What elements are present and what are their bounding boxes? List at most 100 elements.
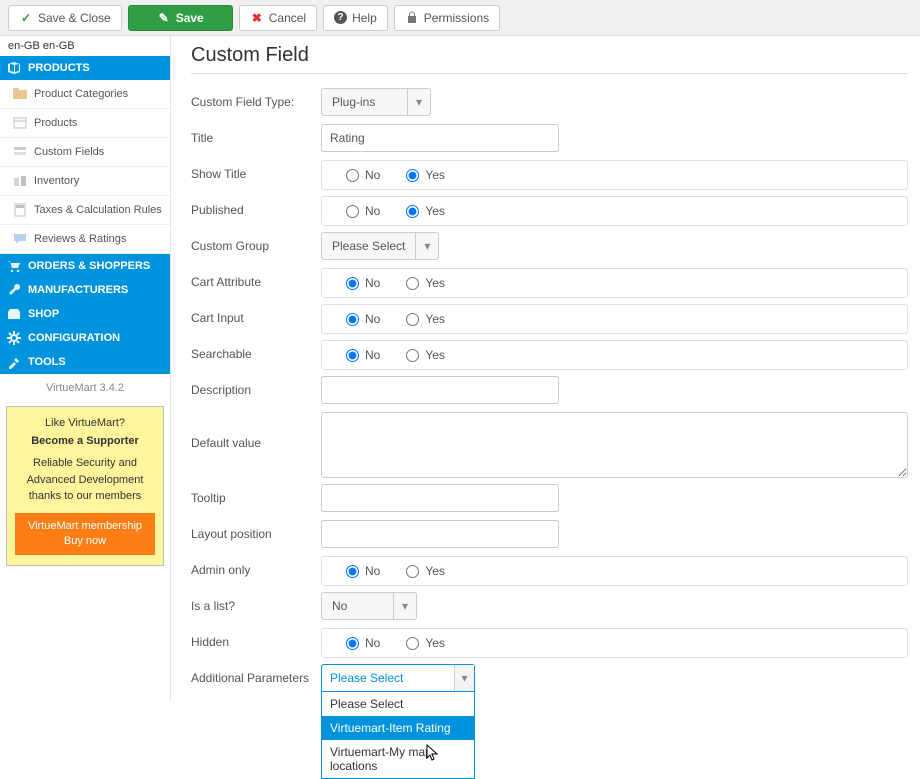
promo-line1: Like VirtueMart? [15,417,155,429]
permissions-label: Permissions [424,11,489,25]
cart-icon [6,258,22,274]
hidden-yes[interactable]: Yes [406,636,445,650]
main-content: Custom Field Custom Field Type: Plug-ins… [170,36,920,700]
help-button[interactable]: ? Help [323,5,388,31]
chevron-down-icon: ▾ [394,593,416,619]
fields-icon [12,144,28,160]
hidden-no[interactable]: No [346,636,380,650]
label-hidden: Hidden [191,628,321,649]
select-value: Plug-ins [322,89,408,115]
chevron-down-icon: ▾ [408,89,430,115]
label-custom-field-type: Custom Field Type: [191,88,321,109]
nav-label: ORDERS & SHOPPERS [28,260,150,272]
label-searchable: Searchable [191,340,321,361]
label-layout-position: Layout position [191,520,321,541]
nav-label: MANUFACTURERS [28,284,128,296]
check-icon: ✓ [19,11,33,25]
nav-label: SHOP [28,308,59,320]
save-button[interactable]: ✎ Save [128,5,233,31]
calculator-icon [12,202,28,218]
promo-cta-button[interactable]: VirtueMart membership Buy now [15,513,155,556]
label-cart-attribute: Cart Attribute [191,268,321,289]
nav-label: Products [34,117,77,129]
label-show-title: Show Title [191,160,321,181]
nav-item-reviews[interactable]: Reviews & Ratings [0,225,170,254]
save-label: Save [176,11,204,25]
inventory-icon [12,173,28,189]
nav-item-custom-fields[interactable]: Custom Fields [0,138,170,167]
toolbar: ✓ Save & Close ✎ Save ✖ Cancel ? Help Pe… [0,0,920,36]
label-is-list: Is a list? [191,592,321,613]
nav-item-product-categories[interactable]: Product Categories [0,80,170,109]
cart-input-radio-group: No Yes [321,304,908,334]
label-cart-input: Cart Input [191,304,321,325]
cart-attribute-yes[interactable]: Yes [406,276,445,290]
cart-input-no[interactable]: No [346,312,380,326]
cart-attribute-radio-group: No Yes [321,268,908,298]
nav-item-products[interactable]: Products [0,109,170,138]
nav-section-configuration[interactable]: CONFIGURATION [0,326,170,350]
show-title-yes[interactable]: Yes [406,168,445,182]
cart-attribute-no[interactable]: No [346,276,380,290]
published-no[interactable]: No [346,204,380,218]
tooltip-input[interactable] [321,484,559,512]
label-tooltip: Tooltip [191,484,321,505]
dropdown-option-please-select[interactable]: Please Select [322,692,474,716]
lock-icon [405,11,419,25]
cart-input-yes[interactable]: Yes [406,312,445,326]
is-list-select[interactable]: No ▾ [321,592,417,620]
nav-section-products[interactable]: PRODUCTS [0,56,170,80]
dropdown-list: Please Select Virtuemart-Item Rating Vir… [321,691,475,779]
nav-section-orders[interactable]: ORDERS & SHOPPERS [0,254,170,278]
promo-box: Like VirtueMart? Become a Supporter Reli… [6,406,164,566]
nav-section-shop[interactable]: SHOP [0,302,170,326]
nav-item-taxes[interactable]: Taxes & Calculation Rules [0,196,170,225]
nav-label: TOOLS [28,356,66,368]
admin-only-radio-group: No Yes [321,556,908,586]
nav-item-inventory[interactable]: Inventory [0,167,170,196]
searchable-no[interactable]: No [346,348,380,362]
gear-icon [6,330,22,346]
admin-only-yes[interactable]: Yes [406,564,445,578]
promo-line3: Reliable Security and Advanced Developme… [15,455,155,505]
check-icon: ✎ [157,11,171,25]
custom-field-type-select[interactable]: Plug-ins ▾ [321,88,431,116]
chevron-down-icon: ▾ [454,665,474,691]
permissions-button[interactable]: Permissions [394,5,500,31]
box-icon [6,60,22,76]
nav-label: CONFIGURATION [28,332,120,344]
label-additional-parameters: Additional Parameters [191,664,321,685]
tools-icon [6,354,22,370]
save-close-button[interactable]: ✓ Save & Close [8,5,122,31]
version-label: VirtueMart 3.4.2 [0,374,170,402]
nav-label: Custom Fields [34,146,104,158]
nav-products-label: PRODUCTS [28,62,90,74]
default-value-textarea[interactable] [321,412,908,478]
hidden-radio-group: No Yes [321,628,908,658]
layout-position-input[interactable] [321,520,559,548]
admin-only-no[interactable]: No [346,564,380,578]
searchable-yes[interactable]: Yes [406,348,445,362]
custom-group-select[interactable]: Please Select ▾ [321,232,439,260]
help-label: Help [352,11,377,25]
title-input[interactable] [321,124,559,152]
dropdown-option-item-rating[interactable]: Virtuemart-Item Rating [322,716,474,740]
folder-icon [12,86,28,102]
additional-parameters-select[interactable]: Please Select ▾ Please Select Virtuemart… [321,664,475,692]
select-value: No [322,593,394,619]
nav-section-tools[interactable]: TOOLS [0,350,170,374]
description-input[interactable] [321,376,559,404]
promo-line2: Become a Supporter [15,435,155,447]
sidebar: en-GB en-GB PRODUCTS Product Categories … [0,36,170,700]
cancel-label: Cancel [269,11,306,25]
comment-icon [12,231,28,247]
dropdown-option-my-map-locations[interactable]: Virtuemart-My map locations [322,740,474,778]
published-radio-group: No Yes [321,196,908,226]
product-icon [12,115,28,131]
page-title: Custom Field [191,44,908,74]
save-close-label: Save & Close [38,11,111,25]
nav-section-manufacturers[interactable]: MANUFACTURERS [0,278,170,302]
show-title-no[interactable]: No [346,168,380,182]
cancel-button[interactable]: ✖ Cancel [239,5,317,31]
published-yes[interactable]: Yes [406,204,445,218]
